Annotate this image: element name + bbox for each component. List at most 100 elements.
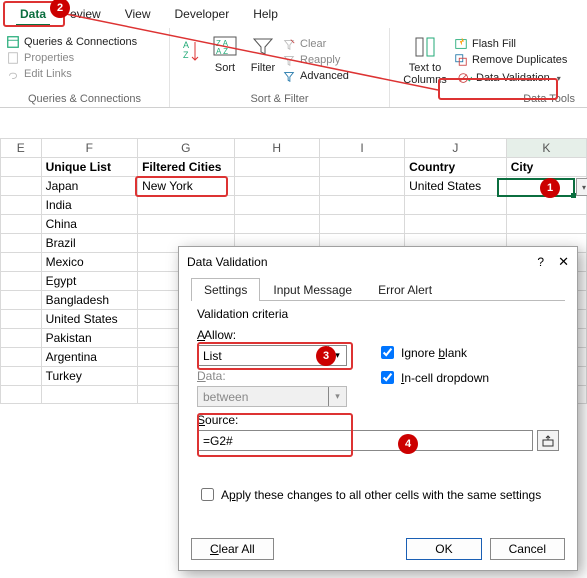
queries-connections-label: Queries & Connections xyxy=(24,36,137,48)
remove-duplicates-label: Remove Duplicates xyxy=(472,54,567,66)
svg-text:Z: Z xyxy=(183,50,189,60)
tab-developer[interactable]: Developer xyxy=(163,2,242,26)
data-combo: between ▾ xyxy=(197,386,347,407)
data-validation-label: Data Validation xyxy=(476,72,550,84)
incell-dropdown-checkbox[interactable]: In-cell dropdown xyxy=(377,368,489,387)
sort-az-icon: AZ xyxy=(182,38,200,66)
dialog-title: Data Validation xyxy=(187,255,268,269)
col-H[interactable]: H xyxy=(234,139,319,158)
col-J[interactable]: J xyxy=(405,139,507,158)
clear-all-button[interactable]: Clear All xyxy=(191,538,274,560)
header-city[interactable]: City xyxy=(506,158,586,177)
ignore-blank-checkbox[interactable]: Ignore blank xyxy=(377,343,489,362)
cell[interactable]: Japan xyxy=(41,177,137,196)
svg-text:A: A xyxy=(183,40,189,50)
dialog-close-button[interactable]: ✕ xyxy=(558,254,569,270)
clear-icon xyxy=(282,37,296,51)
header-unique[interactable]: Unique List xyxy=(41,158,137,177)
properties-icon xyxy=(6,51,20,65)
chevron-down-icon: ▾ xyxy=(328,387,346,406)
data-validation-button[interactable]: Data Validation ▾ xyxy=(454,69,567,87)
cell-dropdown-button[interactable]: ▾ xyxy=(576,178,587,196)
data-validation-dialog: Data Validation ? ✕ Settings Input Messa… xyxy=(178,246,578,571)
apply-all-checkbox[interactable]: Apply these changes to all other cells w… xyxy=(197,485,559,504)
cell[interactable]: Turkey xyxy=(41,367,137,386)
properties-button[interactable]: Properties xyxy=(6,51,74,65)
header-country[interactable]: Country xyxy=(405,158,507,177)
remove-duplicates-button[interactable]: Remove Duplicates xyxy=(454,53,567,67)
source-label: Source: xyxy=(197,413,559,427)
queries-connections-button[interactable]: Queries & Connections xyxy=(6,35,137,49)
flash-fill-button[interactable]: Flash Fill xyxy=(454,37,567,51)
incell-dropdown-label: In-cell dropdown xyxy=(401,371,489,385)
flash-fill-icon xyxy=(454,37,468,51)
col-E[interactable]: E xyxy=(1,139,42,158)
advanced-button[interactable]: Advanced xyxy=(282,69,349,83)
validation-criteria-label: Validation criteria xyxy=(197,307,559,321)
cell[interactable]: Brazil xyxy=(41,234,137,253)
tab-view[interactable]: View xyxy=(113,2,163,26)
sort-label: Sort xyxy=(215,62,235,74)
tab-error-alert[interactable]: Error Alert xyxy=(365,278,445,301)
annotation-badge-3: 3 xyxy=(316,346,336,366)
tab-help[interactable]: Help xyxy=(241,2,290,26)
tab-settings[interactable]: Settings xyxy=(191,278,260,301)
apply-all-input[interactable] xyxy=(201,488,214,501)
ok-button[interactable]: OK xyxy=(406,538,481,560)
sort-icon: Z AA Z xyxy=(212,34,238,60)
edit-links-button[interactable]: Edit Links xyxy=(6,67,72,81)
data-value: between xyxy=(198,390,328,404)
flash-fill-label: Flash Fill xyxy=(472,38,516,50)
cell[interactable]: Argentina xyxy=(41,348,137,367)
cell[interactable]: United States xyxy=(41,310,137,329)
col-F[interactable]: F xyxy=(41,139,137,158)
sort-button[interactable]: Z AA Z Sort xyxy=(206,32,244,76)
dialog-tabs: Settings Input Message Error Alert xyxy=(191,277,565,301)
allow-label: AAllow: xyxy=(197,328,357,342)
col-K[interactable]: K xyxy=(506,139,586,158)
text-to-columns-label: Text to Columns xyxy=(402,62,448,86)
ribbon-group-dt-label: Data Tools xyxy=(390,92,587,107)
filter-button[interactable]: Filter xyxy=(244,32,282,76)
range-picker-icon xyxy=(542,435,554,447)
header-filtered[interactable]: Filtered Cities xyxy=(138,158,234,177)
svg-text:A Z: A Z xyxy=(216,47,228,56)
clear-button[interactable]: Clear xyxy=(282,37,349,51)
ignore-blank-input[interactable] xyxy=(381,346,394,359)
properties-label: Properties xyxy=(24,52,74,64)
ignore-blank-label: Ignore blank xyxy=(401,346,467,360)
cell[interactable]: Bangladesh xyxy=(41,291,137,310)
cell[interactable]: Egypt xyxy=(41,272,137,291)
ribbon-group-sf-label: Sort & Filter xyxy=(170,92,389,107)
col-I[interactable]: I xyxy=(319,139,404,158)
cell[interactable]: Pakistan xyxy=(41,329,137,348)
column-header-row: E F G H I J K xyxy=(1,139,587,158)
annotation-badge-1: 1 xyxy=(540,178,560,198)
filter-label: Filter xyxy=(251,62,275,74)
col-G[interactable]: G xyxy=(138,139,234,158)
data-validation-icon xyxy=(458,71,472,85)
apply-all-label: Apply these changes to all other cells w… xyxy=(221,488,541,502)
cell-filtered[interactable]: New York xyxy=(138,177,234,196)
queries-icon xyxy=(6,35,20,49)
cell-country[interactable]: United States xyxy=(405,177,507,196)
clear-label: Clear xyxy=(300,38,326,50)
cell[interactable]: India xyxy=(41,196,137,215)
cell[interactable]: China xyxy=(41,215,137,234)
reapply-icon xyxy=(282,53,296,67)
text-to-columns-icon xyxy=(412,34,438,60)
tab-input-message[interactable]: Input Message xyxy=(260,278,365,301)
dialog-help-button[interactable]: ? xyxy=(537,255,544,269)
edit-links-icon xyxy=(6,67,20,81)
reapply-button[interactable]: Reapply xyxy=(282,53,349,67)
advanced-label: Advanced xyxy=(300,70,349,82)
incell-dropdown-input[interactable] xyxy=(381,371,394,384)
source-input[interactable]: =G2# xyxy=(197,430,533,451)
text-to-columns-button[interactable]: Text to Columns xyxy=(396,32,454,88)
table-row: Unique List Filtered Cities Country City xyxy=(1,158,587,177)
dropdown-caret-icon[interactable]: ▾ xyxy=(557,74,561,83)
cancel-button[interactable]: Cancel xyxy=(490,538,565,560)
cell[interactable]: Mexico xyxy=(41,253,137,272)
range-picker-button[interactable] xyxy=(537,430,559,451)
sort-az-button[interactable]: AZ xyxy=(176,32,206,68)
